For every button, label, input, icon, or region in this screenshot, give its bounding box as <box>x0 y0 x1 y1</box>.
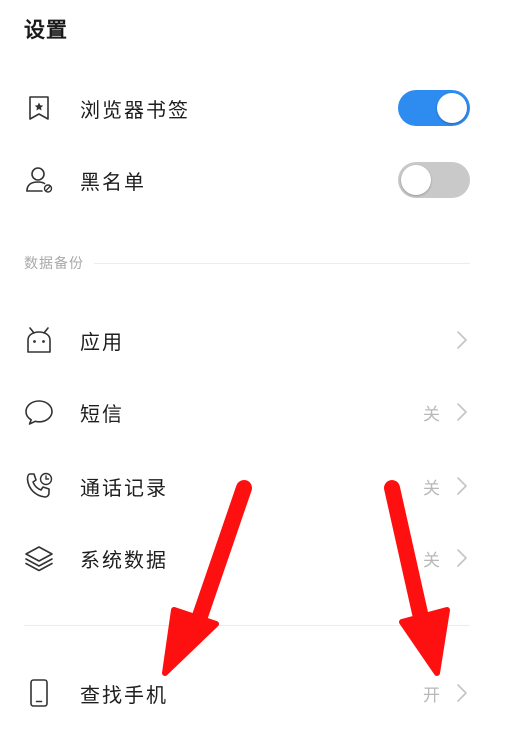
setting-row-sms[interactable]: 短信 关 <box>0 384 520 440</box>
android-icon <box>22 323 56 357</box>
call-log-icon <box>22 469 56 503</box>
setting-row-call-log[interactable]: 通话记录 关 <box>0 458 520 514</box>
toggle-knob <box>401 165 431 195</box>
chevron-right-icon <box>456 682 470 704</box>
chevron-right-icon <box>456 329 470 351</box>
layers-icon <box>22 541 56 575</box>
section-header-data-backup: 数据备份 <box>24 251 470 275</box>
setting-label-blacklist: 黑名单 <box>80 169 146 194</box>
setting-label-browser-bookmarks: 浏览器书签 <box>80 97 190 122</box>
setting-value-system-data: 关 <box>423 550 440 571</box>
contact-block-icon <box>22 163 56 197</box>
setting-row-blacklist: 黑名单 <box>0 152 520 208</box>
setting-label-apps: 应用 <box>80 329 124 354</box>
setting-label-sms: 短信 <box>80 401 124 426</box>
setting-value-sms: 关 <box>423 404 440 425</box>
setting-label-find-phone: 查找手机 <box>80 682 168 707</box>
blacklist-toggle[interactable] <box>398 162 470 198</box>
setting-label-call-log: 通话记录 <box>80 475 168 500</box>
browser-bookmarks-toggle[interactable] <box>398 90 470 126</box>
section-divider <box>24 625 470 626</box>
setting-row-apps[interactable]: 应用 <box>0 312 520 368</box>
phone-icon <box>22 676 56 710</box>
setting-value-find-phone: 开 <box>423 685 440 706</box>
section-divider <box>94 262 470 264</box>
setting-row-browser-bookmarks: 浏览器书签 <box>0 80 520 136</box>
message-icon <box>22 395 56 429</box>
setting-row-system-data[interactable]: 系统数据 关 <box>0 530 520 586</box>
setting-row-find-phone[interactable]: 查找手机 开 <box>0 665 520 721</box>
chevron-right-icon <box>456 475 470 497</box>
setting-value-call-log: 关 <box>423 478 440 499</box>
section-header-text: 数据备份 <box>24 256 84 272</box>
toggle-knob <box>437 93 467 123</box>
chevron-right-icon <box>456 547 470 569</box>
chevron-right-icon <box>456 401 470 423</box>
setting-label-system-data: 系统数据 <box>80 547 168 572</box>
page-title: 设置 <box>24 18 68 42</box>
bookmark-icon <box>22 91 56 125</box>
